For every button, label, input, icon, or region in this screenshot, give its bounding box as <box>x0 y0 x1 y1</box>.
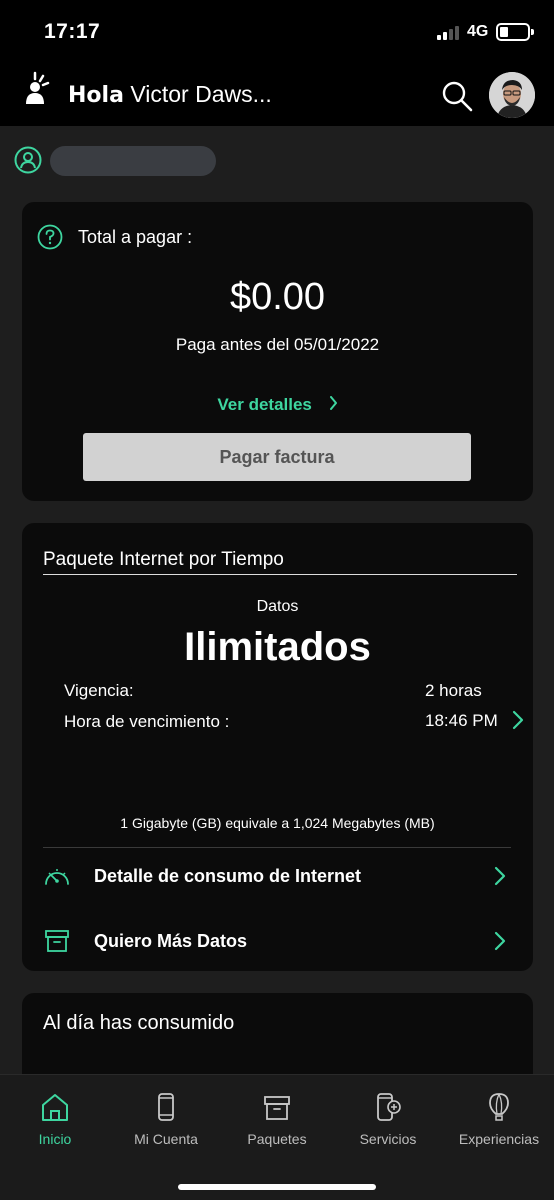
tab-label: Servicios <box>359 1131 417 1147</box>
greeting: Hola Victor Daws... <box>68 81 272 108</box>
expiry-value: 18:46 PM <box>425 711 498 730</box>
total-label: Total a pagar : <box>78 227 193 247</box>
tab-paquetes[interactable]: Paquetes <box>222 1075 332 1155</box>
amount-due: $0.00 <box>229 276 326 318</box>
phone-icon <box>158 1093 174 1121</box>
tab-experiencias[interactable]: Experiencias <box>444 1075 554 1155</box>
consumption-card: Al día has consumido <box>22 993 533 1074</box>
battery-icon <box>496 23 534 41</box>
status-bar: 17:17 4G <box>0 0 554 62</box>
tab-mi-cuenta[interactable]: Mi Cuenta <box>111 1075 221 1155</box>
package-card: Paquete Internet por Tiempo Datos Ilimit… <box>22 523 533 971</box>
balloon-icon <box>489 1093 509 1121</box>
package-title: Paquete Internet por Tiempo <box>43 549 284 570</box>
tab-label: Paquetes <box>247 1131 307 1147</box>
title-underline <box>43 574 517 575</box>
validity-label: Vigencia: <box>64 681 134 700</box>
chevron-right-icon <box>329 396 337 410</box>
pay-bill-button[interactable]: Pagar factura <box>83 433 471 481</box>
chevron-right-icon <box>494 866 506 886</box>
data-value: Ilimitados <box>184 625 371 669</box>
tab-label: Inicio <box>38 1131 72 1147</box>
tab-label: Mi Cuenta <box>134 1131 198 1147</box>
account-number-placeholder <box>50 146 216 176</box>
chevron-right-icon <box>494 931 506 951</box>
main-content[interactable]: Total a pagar : $0.00 Paga antes del 05/… <box>0 126 554 1074</box>
bill-card: Total a pagar : $0.00 Paga antes del 05/… <box>22 202 533 501</box>
bottom-tab-bar: Inicio Mi Cuenta Paquetes Servicios Expe… <box>0 1074 554 1200</box>
greeting-hola: Hola <box>68 83 124 108</box>
speedometer-icon <box>45 869 69 885</box>
home-indicator[interactable] <box>178 1184 376 1190</box>
account-selector[interactable] <box>14 146 264 176</box>
avatar[interactable] <box>489 72 535 118</box>
expiry-label: Hora de vencimiento : <box>64 712 230 731</box>
divider <box>43 847 511 848</box>
tab-inicio[interactable]: Inicio <box>0 1075 110 1155</box>
consumption-title: Al día has consumido <box>43 1012 235 1034</box>
tab-label: Experiencias <box>458 1131 540 1147</box>
status-time: 17:17 <box>44 20 101 43</box>
tab-servicios[interactable]: Servicios <box>333 1075 443 1155</box>
app-header: Hola Victor Daws... <box>0 62 554 126</box>
due-date-text: Paga antes del 05/01/2022 <box>175 335 380 354</box>
help-icon[interactable] <box>37 224 63 250</box>
validity-value: 2 horas <box>425 681 482 700</box>
more-data-item[interactable]: Quiero Más Datos <box>22 916 533 966</box>
menu-item-label: Detalle de consumo de Internet <box>94 866 362 886</box>
package-box-icon <box>45 930 69 952</box>
data-label: Datos <box>256 598 299 615</box>
internet-usage-detail-item[interactable]: Detalle de consumo de Internet <box>22 851 533 901</box>
signal-icon <box>437 26 463 40</box>
brand-logo-icon <box>26 71 50 104</box>
network-type: 4G <box>467 23 489 40</box>
view-details-label: Ver detalles <box>217 395 312 414</box>
chevron-right-icon[interactable] <box>511 710 525 730</box>
search-icon[interactable] <box>441 80 473 112</box>
phone-plus-icon <box>377 1093 401 1121</box>
user-name: Victor Daws... <box>130 81 272 107</box>
view-details-link[interactable]: Ver detalles <box>22 395 533 415</box>
user-circle-icon <box>14 146 42 174</box>
conversion-note: 1 Gigabyte (GB) equivale a 1,024 Megabyt… <box>120 815 435 831</box>
package-icon <box>264 1096 290 1120</box>
menu-item-label: Quiero Más Datos <box>94 931 248 951</box>
home-icon <box>42 1094 68 1121</box>
